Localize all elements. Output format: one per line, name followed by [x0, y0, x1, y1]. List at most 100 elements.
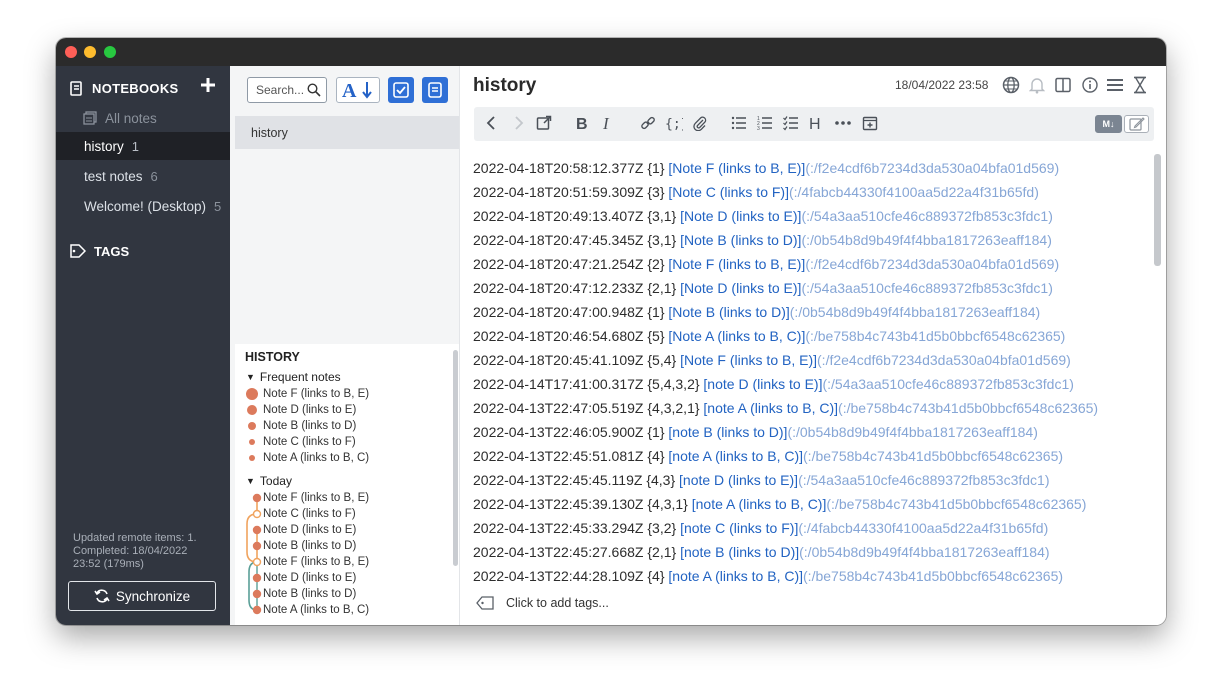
layout-toggle-icon[interactable] — [1055, 76, 1071, 94]
history-scrollbar[interactable] — [453, 350, 458, 566]
sidebar-item-history[interactable]: history 1 — [56, 132, 230, 160]
back-arrow-icon[interactable] — [484, 115, 500, 131]
note-link[interactable]: [Note B (links to D)] — [668, 304, 789, 320]
hourglass-icon[interactable] — [1133, 76, 1147, 94]
markdown-toggle-button[interactable]: M↓ — [1095, 115, 1122, 133]
today-note-item[interactable]: Note D (links to E) — [263, 570, 356, 586]
frequent-note-item[interactable]: Note F (links to B, E) — [263, 386, 369, 402]
frequent-note-item[interactable]: Note D (links to E) — [263, 402, 356, 418]
note-link-url[interactable]: (:/f2e4cdf6b7234d3da530a04bfa01d569) — [805, 256, 1059, 272]
tags-header[interactable]: TAGS — [69, 244, 129, 259]
synchronize-button[interactable]: Synchronize — [68, 581, 216, 611]
frequent-note-item[interactable]: Note B (links to D) — [263, 418, 356, 434]
note-link[interactable]: [note A (links to B, C)] — [668, 568, 803, 584]
today-note-item[interactable]: Note D (links to E) — [263, 522, 356, 538]
note-list-item[interactable]: history — [235, 116, 459, 149]
search-input[interactable]: Search... — [247, 77, 327, 103]
forward-arrow-icon[interactable] — [510, 115, 526, 131]
code-icon[interactable]: {;} — [665, 115, 683, 131]
today-note-item[interactable]: Note C (links to F) — [263, 506, 356, 522]
note-link-url[interactable]: (:/0b54b8d9b49f4f4bba1817263eaff184) — [799, 544, 1049, 560]
new-todo-button[interactable] — [388, 77, 414, 103]
today-note-item[interactable]: Note B (links to D) — [263, 538, 356, 554]
note-link[interactable]: [Note F (links to B, E)] — [668, 160, 805, 176]
frequent-note-item[interactable]: Note A (links to B, C) — [263, 450, 369, 466]
note-link[interactable]: [note A (links to B, C)] — [703, 400, 838, 416]
timestamp: 2022-04-18T20:51:59.309Z — [473, 184, 644, 200]
note-link[interactable]: [note C (links to F)] — [680, 520, 798, 536]
collapse-triangle-icon[interactable]: ▼ — [246, 372, 255, 382]
note-body[interactable]: 2022-04-18T20:58:12.377Z {1} [Note F (li… — [473, 156, 1153, 588]
ids-text: {5,4} — [647, 352, 677, 368]
more-icon[interactable] — [834, 115, 852, 131]
note-link-url[interactable]: (:/54a3aa510cfe46c889372fb853c3fdc1) — [801, 280, 1052, 296]
notebooks-header[interactable]: NOTEBOOKS — [70, 78, 178, 98]
note-link-url[interactable]: (:/be758b4c743b41d5b0bbcf6548c62365) — [805, 328, 1065, 344]
add-notebook-icon[interactable] — [199, 76, 217, 94]
note-link-url[interactable]: (:/0b54b8d9b49f4f4bba1817263eaff184) — [801, 232, 1051, 248]
note-link-url[interactable]: (:/f2e4cdf6b7234d3da530a04bfa01d569) — [817, 352, 1071, 368]
editor-scrollbar[interactable] — [1154, 154, 1161, 266]
sidebar-item-welcome-desktop[interactable]: Welcome! (Desktop) 5 — [56, 192, 230, 220]
minimize-window-button[interactable] — [84, 46, 96, 58]
today-note-item[interactable]: Note F (links to B, E) — [263, 490, 369, 506]
external-edit-icon[interactable] — [536, 115, 552, 131]
note-link[interactable]: [Note A (links to B, C)] — [668, 328, 805, 344]
globe-icon[interactable] — [1002, 76, 1020, 94]
note-link-url[interactable]: (:/be758b4c743b41d5b0bbcf6548c62365) — [826, 496, 1086, 512]
note-link[interactable]: [Note D (links to E)] — [680, 280, 801, 296]
maximize-window-button[interactable] — [104, 46, 116, 58]
note-title-field[interactable]: history — [473, 75, 536, 97]
note-link[interactable]: [Note C (links to F)] — [668, 184, 789, 200]
frequent-note-item[interactable]: Note C (links to F) — [263, 434, 356, 450]
note-link[interactable]: [note A (links to B, C)] — [668, 448, 803, 464]
new-note-button[interactable] — [422, 77, 448, 103]
all-notes-item[interactable]: All notes — [83, 108, 157, 128]
note-link-url[interactable]: (:/be758b4c743b41d5b0bbcf6548c62365) — [803, 448, 1063, 464]
link-icon[interactable] — [640, 115, 656, 131]
note-link-url[interactable]: (:/4fabcb44330f4100aa5d22a4f31b65fd) — [798, 520, 1048, 536]
menu-icon[interactable] — [1106, 76, 1124, 94]
note-link[interactable]: [note B (links to D)] — [680, 544, 799, 560]
attachment-icon[interactable] — [692, 115, 708, 131]
heading-icon[interactable]: H — [809, 115, 823, 131]
note-link-url[interactable]: (:/0b54b8d9b49f4f4bba1817263eaff184) — [790, 304, 1040, 320]
note-link[interactable]: [Note D (links to E)] — [680, 208, 801, 224]
note-link-url[interactable]: (:/4fabcb44330f4100aa5d22a4f31b65fd) — [789, 184, 1039, 200]
numbered-list-icon[interactable]: 123 — [757, 115, 773, 131]
note-link[interactable]: [Note B (links to D)] — [680, 232, 801, 248]
note-link[interactable]: [note B (links to D)] — [668, 424, 787, 440]
note-link-url[interactable]: (:/f2e4cdf6b7234d3da530a04bfa01d569) — [805, 160, 1059, 176]
sort-order-button[interactable]: A — [336, 77, 380, 103]
note-link-url[interactable]: (:/be758b4c743b41d5b0bbcf6548c62365) — [803, 568, 1063, 584]
today-note-item[interactable]: Note B (links to D) — [263, 586, 356, 602]
ids-text: {4,3} — [646, 472, 676, 488]
all-notes-label: All notes — [105, 110, 157, 126]
graph-node — [252, 509, 262, 519]
frequent-notes-section[interactable]: ▼ Frequent notes — [246, 370, 341, 384]
sidebar-item-test-notes[interactable]: test notes 6 — [56, 162, 230, 190]
bullet-list-icon[interactable] — [731, 115, 747, 131]
info-icon[interactable] — [1081, 76, 1099, 94]
checklist-icon[interactable] — [783, 115, 799, 131]
note-link-url[interactable]: (:/0b54b8d9b49f4f4bba1817263eaff184) — [787, 424, 1037, 440]
alarm-bell-icon[interactable] — [1029, 76, 1045, 94]
italic-icon[interactable]: I — [600, 115, 616, 131]
note-link-url[interactable]: (:/54a3aa510cfe46c889372fb853c3fdc1) — [798, 472, 1049, 488]
rich-text-toggle-button[interactable] — [1124, 115, 1149, 133]
note-link[interactable]: [note D (links to E)] — [703, 376, 822, 392]
note-link-url[interactable]: (:/54a3aa510cfe46c889372fb853c3fdc1) — [801, 208, 1052, 224]
note-link-url[interactable]: (:/54a3aa510cfe46c889372fb853c3fdc1) — [822, 376, 1073, 392]
note-link[interactable]: [note D (links to E)] — [679, 472, 798, 488]
tags-bar[interactable]: Click to add tags... — [476, 596, 609, 610]
bold-icon[interactable]: B — [574, 115, 590, 131]
close-window-button[interactable] — [65, 46, 77, 58]
note-link[interactable]: [Note F (links to B, E)] — [680, 352, 817, 368]
insert-datetime-icon[interactable] — [862, 115, 878, 131]
today-note-item[interactable]: Note A (links to B, C) — [263, 602, 369, 618]
today-note-item[interactable]: Note F (links to B, E) — [263, 554, 369, 570]
search-icon[interactable] — [307, 83, 321, 97]
note-link[interactable]: [note A (links to B, C)] — [692, 496, 827, 512]
note-link-url[interactable]: (:/be758b4c743b41d5b0bbcf6548c62365) — [838, 400, 1098, 416]
note-link[interactable]: [Note F (links to B, E)] — [668, 256, 805, 272]
